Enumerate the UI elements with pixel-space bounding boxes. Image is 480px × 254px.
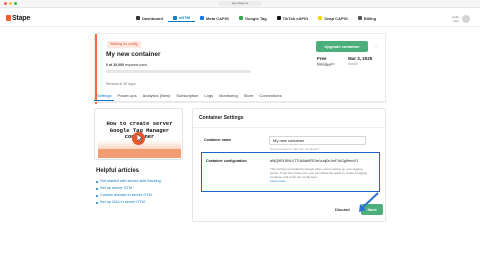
meta-icon (200, 16, 205, 20)
article-label: Custom domain in server GTM (100, 193, 152, 197)
date-value: Mar 3, 2025 (348, 56, 373, 61)
video-footer-band (98, 149, 181, 158)
nav-google-tag[interactable]: Google Tag (234, 14, 272, 22)
close-window-dot[interactable] (4, 2, 7, 5)
date-label: Sub.till (348, 62, 358, 66)
renew-text: Renews in 29 days (106, 82, 136, 86)
snap-icon (318, 16, 323, 20)
nav-label: Google Tag (244, 15, 267, 21)
usage-count: 0 of 10,000 (106, 63, 124, 67)
nav-meta-capig[interactable]: Meta CAPIG (195, 14, 234, 22)
nav-label: Meta CAPIG (206, 15, 229, 21)
pointer-arrow-icon (359, 192, 379, 212)
nav-dashboard[interactable]: Dashboard (131, 14, 168, 22)
discard-button[interactable]: Discard (335, 207, 350, 212)
plan-info: Free Monthly plan (317, 56, 335, 66)
nav-label: Snap CAPIG (324, 15, 348, 21)
container-name-hint: How you want to call your container? (270, 147, 320, 151)
subscription-date: Mar 3, 2025 Sub.till (348, 56, 372, 66)
user-line2: user (453, 19, 459, 23)
bullet-icon (96, 187, 98, 190)
minimize-window-dot[interactable] (9, 2, 12, 5)
more-options-button[interactable]: ... (374, 43, 378, 49)
usage-block: 0 of 10,000 requests used 0% used (106, 63, 331, 73)
billing-icon (357, 16, 362, 20)
article-label: Set up GA4 in server GTM (100, 200, 145, 204)
container-config-label: Container configuration (206, 159, 247, 163)
browser-toolbar: app.stape.io (0, 0, 480, 8)
tab-connections[interactable]: Connections (256, 90, 284, 101)
container-title: My new container (106, 51, 161, 58)
nav-label: Billing (363, 15, 377, 21)
container-config-highlight: Container configuration aWQ9R1RNLVTTUk5a… (201, 152, 380, 192)
address-bar[interactable]: app.stape.io (218, 1, 262, 6)
helpful-articles-title: Helpful articles (96, 168, 140, 174)
bullet-icon (96, 180, 98, 183)
window-controls (4, 2, 17, 5)
stape-logo[interactable]: Stape (6, 15, 30, 22)
usage-progress-bar (106, 70, 251, 73)
helpful-articles-list: Get started with server-side tracking Se… (96, 178, 161, 206)
nav-label: Dashboard (142, 15, 163, 21)
tab-store[interactable]: Store (241, 90, 257, 101)
tiktok-icon (276, 16, 281, 20)
article-link[interactable]: Custom domain in server GTM (96, 192, 161, 199)
tab-power-ups[interactable]: Power-ups (114, 90, 139, 101)
container-config-description: This config is provided by Google when y… (270, 167, 370, 183)
stape-logo-icon (6, 15, 11, 21)
google-tag-icon (238, 16, 243, 20)
article-label: Set up server GTM (100, 186, 133, 190)
usage-unit: requests used (124, 63, 147, 67)
tab-settings[interactable]: Settings (94, 90, 115, 101)
settings-title: Container Settings (199, 115, 244, 121)
user-greeting: Hello user (452, 15, 459, 23)
main-nav: Dashboard sGTM Meta CAPIG Google Tag Tik… (131, 14, 381, 22)
container-config-input[interactable]: aWQ9R1RNLVTTUk5aMFEJmVudj0xJmF1dGg9bmVO (270, 159, 358, 163)
container-name-label: Container name (204, 138, 232, 142)
nav-tiktok-eapig[interactable]: TikTok eAPIG (272, 14, 314, 22)
container-tabs: Settings Power-ups Analytics (New) Subsc… (94, 90, 386, 102)
container-name-input[interactable]: My new container (269, 136, 366, 145)
dashboard-icon (136, 16, 140, 20)
nav-snap-capig[interactable]: Snap CAPIG (313, 14, 353, 22)
mouse-cursor-icon (137, 134, 143, 142)
plan-label: Monthly plan (317, 62, 336, 66)
sgtm-icon (172, 15, 177, 20)
maximize-window-dot[interactable] (14, 2, 17, 5)
learn-more-link[interactable]: Learn more (270, 179, 285, 183)
brand-name: Stape (12, 15, 31, 22)
nav-label: TikTok eAPIG (282, 15, 309, 21)
article-link[interactable]: Set up GA4 in server GTM (96, 199, 161, 206)
app-header: Stape Dashboard sGTM Meta CAPIG Google T… (0, 8, 480, 27)
tab-monitoring[interactable]: Monitoring (216, 90, 241, 101)
status-badge: Waiting for config (107, 41, 141, 48)
avatar[interactable] (462, 15, 470, 23)
bullet-icon (96, 201, 98, 204)
upgrade-label: Upgrade container (324, 44, 360, 49)
tab-subscription[interactable]: Subscription (173, 90, 201, 101)
article-label: Get started with server-side tracking (100, 179, 161, 183)
plan-value: Free (317, 56, 327, 61)
nav-sgtm[interactable]: sGTM (167, 14, 196, 22)
usage-label: 0 of 10,000 requests used (106, 63, 251, 67)
nav-billing[interactable]: Billing (353, 14, 381, 22)
tab-logs[interactable]: Logs (201, 90, 216, 101)
user-menu[interactable]: Hello user (452, 15, 470, 23)
config-desc-text: This config is provided by Google when y… (270, 167, 368, 179)
tab-analytics[interactable]: Analytics (New) (140, 90, 174, 101)
upgrade-container-button[interactable]: Upgrade container (316, 41, 368, 52)
article-link[interactable]: Set up server GTM (96, 185, 161, 192)
article-link[interactable]: Get started with server-side tracking (96, 178, 161, 185)
bullet-icon (96, 194, 98, 197)
nav-label: sGTM (178, 15, 191, 20)
